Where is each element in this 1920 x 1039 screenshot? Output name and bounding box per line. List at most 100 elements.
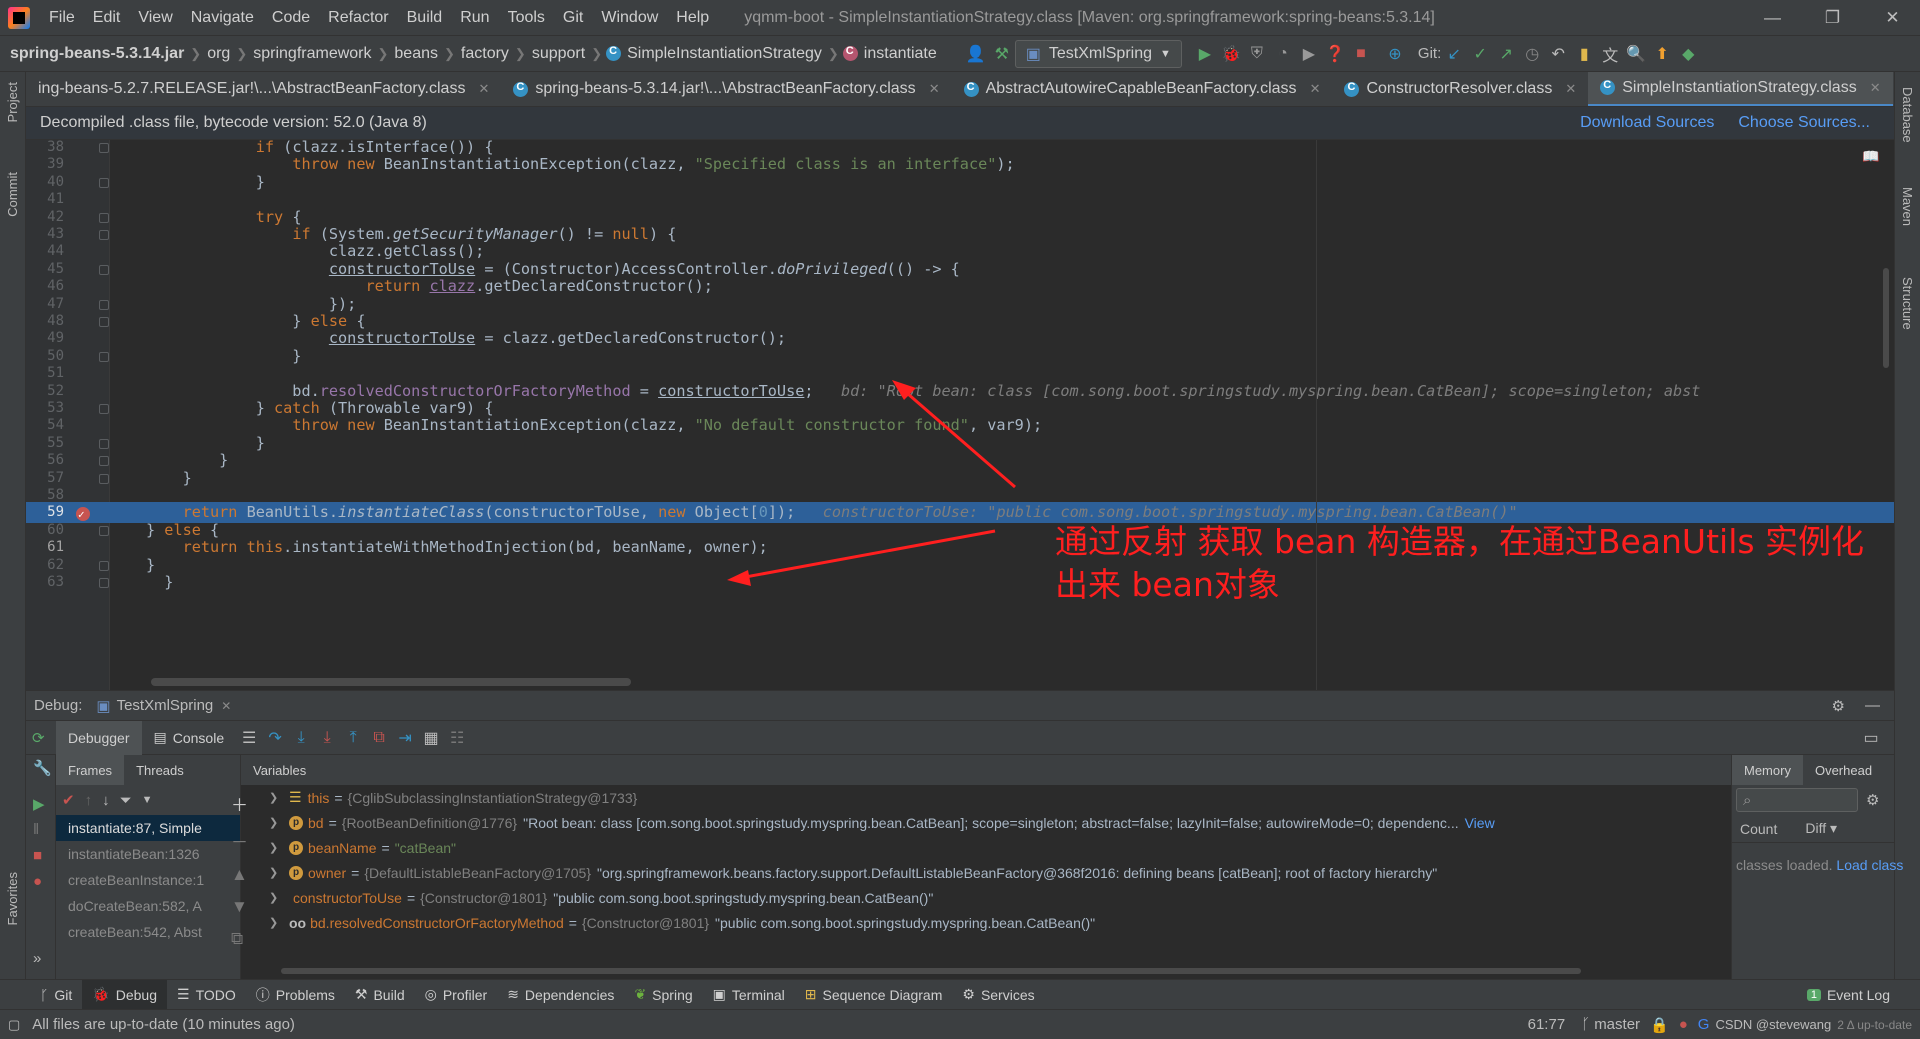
tool-tab-git[interactable]: ᚴ Git (30, 980, 82, 1010)
expand-arrow-icon[interactable]: ❯ (269, 816, 285, 829)
tab-debugger[interactable]: Debugger (56, 720, 142, 755)
variable-row[interactable]: ❯ p bd = {RootBeanDefinition@1776} "Root bean… (251, 810, 1731, 835)
pause-icon[interactable]: ‖ (33, 821, 39, 838)
view-link[interactable]: View (1465, 815, 1495, 831)
force-step-into-icon[interactable]: ⤓ (314, 725, 340, 751)
google-icon[interactable]: G (1698, 1016, 1710, 1033)
diff-column-header[interactable]: Diff ▾ (1805, 820, 1837, 837)
evaluate-expression-icon[interactable]: ▦ (418, 725, 444, 751)
git-branch[interactable]: master (1594, 1016, 1640, 1033)
move-up-icon[interactable]: ▲ (231, 865, 248, 885)
expand-arrow-icon[interactable]: ❯ (269, 866, 285, 879)
tab-debugger-label: Debugger (68, 729, 130, 746)
frame-item[interactable]: doCreateBean:582, A (56, 893, 240, 919)
tool-tab-label: Services (980, 986, 1035, 1003)
hide-panel-icon[interactable]: — (1865, 697, 1880, 714)
trace-icon[interactable]: ☷ (444, 725, 470, 751)
more-icon[interactable]: » (33, 950, 41, 967)
wrench-icon[interactable]: 🔧 (33, 759, 52, 777)
expand-arrow-icon[interactable]: ❯ (269, 791, 285, 804)
thread-check-icon[interactable]: ✔ (62, 791, 75, 809)
tool-tab-terminal[interactable]: ▣ Terminal (703, 980, 795, 1010)
frame-item[interactable]: createBeanInstance:1 (56, 867, 240, 893)
up-arrow-icon[interactable]: ↑ (85, 792, 93, 809)
tool-tab-sequence-diagram[interactable]: ⊞ Sequence Diagram (795, 980, 953, 1010)
layout-icon[interactable]: ▭ (1858, 725, 1884, 751)
view-breakpoints-icon[interactable]: ● (33, 873, 42, 890)
tool-tab-problems[interactable]: ⓘ Problems (246, 980, 345, 1010)
expand-arrow-icon[interactable]: ❯ (269, 891, 285, 904)
search-icon: ⌕ (1743, 791, 1752, 809)
tab-console[interactable]: ▤ Console (142, 721, 237, 755)
tool-tab-event-log[interactable]: 1 Event Log (1797, 980, 1900, 1010)
memory-settings-icon[interactable]: ⚙ (1866, 791, 1879, 809)
variable-row[interactable]: ❯ oo bd.resolvedConstructorOrFactoryMethod… (251, 910, 1731, 935)
resume-program-icon[interactable]: ▶ (33, 795, 45, 813)
variable-row[interactable]: ❯ ☰ this = {CglibSubclassingInstantiationStr… (251, 785, 1731, 810)
variable-row[interactable]: ❯ constructorToUse = {Constructor@1801} "pub… (251, 885, 1731, 910)
variables-title: Variables (253, 762, 307, 778)
frame-item[interactable]: instantiateBean:1326 (56, 841, 240, 867)
memory-search-row: ⌕ ⚙ (1732, 785, 1894, 815)
parameter-icon: p (289, 815, 303, 830)
variable-row[interactable]: ❯ p owner = {DefaultListableBeanFactory@1705… (251, 860, 1731, 885)
step-over-icon[interactable]: ↷ (262, 725, 288, 751)
frame-item[interactable]: createBean:542, Abst (56, 919, 240, 945)
equals-sign: = (568, 914, 577, 931)
branch-icon: ᚴ (1581, 1016, 1591, 1033)
debug-session-tab[interactable]: TestXmlSpring (117, 697, 214, 714)
variable-row[interactable]: ❯ p beanName = "catBean" (251, 835, 1731, 860)
error-indicator-icon[interactable]: ● (1679, 1016, 1688, 1033)
equals-sign: = (334, 789, 343, 806)
down-arrow-icon[interactable]: ↓ (102, 792, 110, 809)
expand-arrow-icon[interactable]: ❯ (269, 916, 285, 929)
tool-tab-spring[interactable]: ❦ Spring (624, 980, 702, 1010)
lock-icon[interactable]: 🔒 (1650, 1016, 1669, 1034)
variable-value: "org.springframework.beans.factory.suppo… (597, 864, 1438, 881)
variable-name: beanName (308, 839, 377, 856)
move-down-icon[interactable]: ▼ (231, 897, 248, 917)
step-out-icon[interactable]: ⤒ (340, 725, 366, 751)
settings-gear-icon[interactable]: ⚙ (1832, 697, 1845, 715)
drop-frame-icon[interactable]: ⧉ (366, 725, 392, 751)
tool-tab-dependencies[interactable]: ≋ Dependencies (497, 980, 624, 1010)
run-to-cursor-icon[interactable]: ⇥ (392, 725, 418, 751)
caret-position[interactable]: 61:77 (1528, 1016, 1566, 1033)
step-into-icon[interactable]: ⤓ (288, 725, 314, 751)
tool-tab-services[interactable]: ⚙ Services (952, 980, 1044, 1010)
equals-sign: = (351, 864, 360, 881)
filter-icon[interactable]: ⏷ (120, 792, 132, 809)
tool-tab-todo[interactable]: ☰ TODO (167, 980, 246, 1010)
variable-name: this (307, 789, 330, 806)
load-classes-link[interactable]: Load class (1836, 857, 1903, 873)
close-session-icon[interactable]: ✕ (221, 699, 231, 713)
status-toggle-icon[interactable]: ▢ (8, 1017, 20, 1033)
expand-arrow-icon[interactable]: ❯ (269, 841, 285, 854)
tool-tab-debug[interactable]: 🐞 Debug (82, 979, 167, 1010)
bug-icon: 🐞 (92, 986, 110, 1002)
show-execution-point-icon[interactable]: ☰ (236, 725, 262, 751)
services-icon: ⚙ (962, 986, 975, 1002)
stop-debug-icon[interactable]: ■ (33, 847, 42, 864)
rerun-icon[interactable]: ⟳ (26, 729, 56, 747)
watch-icon: oo (289, 914, 307, 931)
remove-watch-icon[interactable]: － (231, 828, 248, 853)
tool-tab-build[interactable]: ⚒ Build (345, 980, 415, 1010)
frame-item[interactable]: instantiate:87, Simple (56, 815, 240, 841)
tool-tab-label: Git (54, 986, 73, 1003)
memory-search-input[interactable]: ⌕ (1736, 788, 1858, 812)
bottom-tool-bar: ᚴ Git 🐞 Debug ☰ TODO ⓘ Problems ⚒ Build ◎ Prof… (0, 979, 1920, 1010)
tab-memory[interactable]: Memory (1732, 755, 1803, 785)
frames-dropdown-icon[interactable]: ▼ (142, 794, 153, 806)
copy-icon[interactable]: ⧉ (231, 929, 248, 949)
tool-tab-profiler[interactable]: ◎ Profiler (415, 980, 498, 1010)
tool-tab-label: Build (373, 986, 405, 1003)
tab-frames[interactable]: Frames (56, 755, 125, 785)
memory-panel: Memory Overhead ⌕ ⚙ Count Diff ▾ classes… (1731, 755, 1903, 980)
tab-overhead[interactable]: Overhead (1803, 755, 1884, 785)
variables-scrollbar[interactable] (281, 968, 1581, 974)
count-column-header[interactable]: Count (1740, 821, 1777, 837)
tab-threads[interactable]: Threads (124, 755, 196, 785)
frames-subtabs: Frames Threads (56, 755, 240, 785)
add-watch-icon[interactable]: ＋ (231, 791, 248, 816)
